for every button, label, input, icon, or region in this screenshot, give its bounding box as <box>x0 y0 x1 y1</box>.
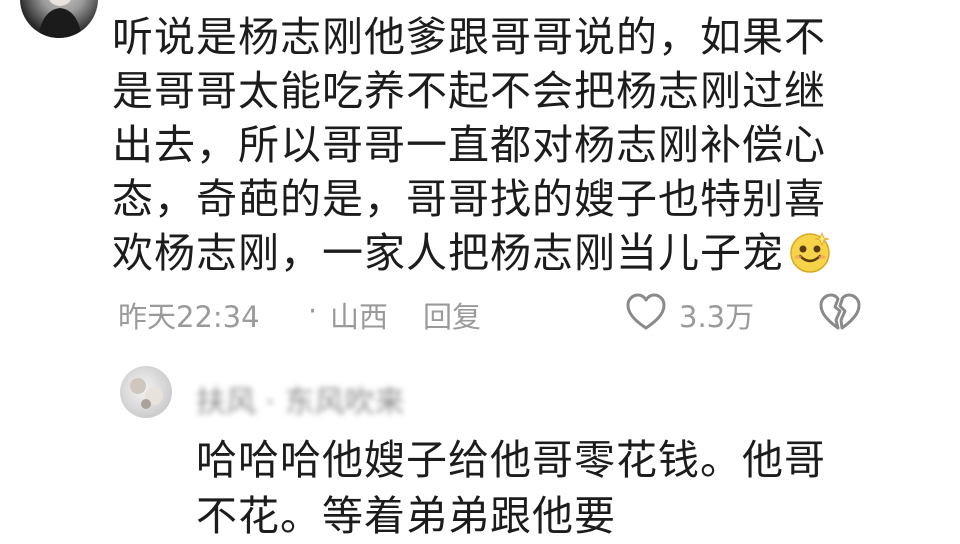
reply-button[interactable]: 回复 <box>423 294 481 336</box>
comment-time: 昨天22:34 <box>118 300 260 334</box>
heart-icon <box>626 293 666 330</box>
broken-heart-icon[interactable] <box>818 292 862 332</box>
comment-body: 听说是杨志刚他爹跟哥哥说的，如果不是哥哥太能吃养不起不会把杨志刚过继出去，所以哥… <box>112 10 852 280</box>
comment-text: 听说是杨志刚他爹跟哥哥说的，如果不是哥哥太能吃养不起不会把杨志刚过继出去，所以哥… <box>112 13 826 277</box>
smile-emoji-icon <box>786 227 834 275</box>
reply-text: 哈哈哈他嫂子给他哥零花钱。他哥不花。等着弟弟跟他要 <box>196 436 826 540</box>
reply-author-avatar[interactable] <box>120 366 172 418</box>
comment-location: 山西 <box>330 300 389 334</box>
commenter-avatar[interactable] <box>20 0 98 38</box>
reply-author-name[interactable]: 扶风 · 东风吹来 <box>196 377 405 421</box>
comment-meta-row: 昨天22:34 · 山西 回复 3.3万 <box>118 290 878 334</box>
meta-separator: · <box>308 294 318 328</box>
like-count: 3.3万 <box>679 300 755 334</box>
